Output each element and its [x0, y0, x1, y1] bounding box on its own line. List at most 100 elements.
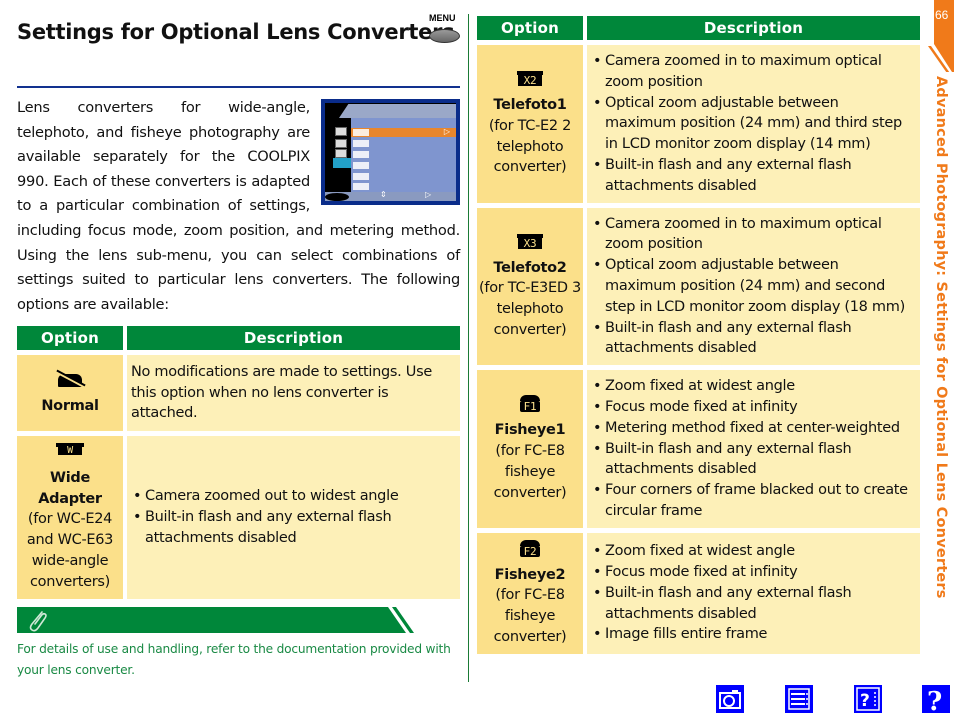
option-cell: W Wide Adapter (for WC-E24 and WC-E63 wi…: [17, 436, 123, 599]
description-cell: Zoom fixed at widest angle Focus mode fi…: [587, 370, 920, 528]
lcd-menu-pill-icon: [325, 193, 349, 201]
lcd-side-s-icon: [335, 139, 347, 148]
option-cell: F1 Fisheye1 (for FC-E8 fisheye converter…: [477, 370, 583, 528]
option-cell: X2 Telefoto1 (for TC-E2 2 telephoto conv…: [477, 45, 583, 203]
lcd-updown-icon: ⇕: [380, 190, 387, 199]
lcd-bottom-bar: ⇕ ▷: [325, 190, 456, 201]
lcd-title-bar: [339, 104, 456, 118]
option-cell: X3 Telefoto2 (for TC-E3ED 3 telephoto co…: [477, 207, 583, 366]
description-cell: Zoom fixed at widest angle Focus mode fi…: [587, 532, 920, 654]
table-row-telefoto2: X3 Telefoto2 (for TC-E3ED 3 telephoto co…: [477, 207, 920, 366]
bullet-item: Optical zoom adjustable between maximum …: [591, 93, 912, 155]
nav-contents-button[interactable]: [785, 685, 813, 713]
bullet-item: Camera zoomed in to maximum optical zoom…: [591, 214, 912, 256]
nav-index-button[interactable]: ?: [854, 685, 882, 713]
bullet-item: Zoom fixed at widest angle: [591, 541, 912, 562]
bullet-item: Focus mode fixed at infinity: [591, 562, 912, 583]
bullet-list: Camera zoomed out to widest angle Built-…: [131, 486, 452, 548]
bullet-item: Built-in flash and any external flash at…: [591, 318, 912, 360]
table-row-fisheye2: F2 Fisheye2 (for FC-E8 fisheye converter…: [477, 532, 920, 654]
option-name: Normal: [41, 397, 99, 414]
help-icon: ?: [927, 687, 942, 713]
camera-icon: [719, 690, 741, 709]
paperclip-icon: [29, 611, 47, 632]
bullet-item: Focus mode fixed at infinity: [591, 397, 912, 418]
lcd-right-arrow-icon: ▷: [443, 127, 450, 136]
bullet-item: Image fills entire frame: [591, 624, 912, 645]
bullet-item: Four corners of frame blacked out to cre…: [591, 480, 912, 522]
menu-button-icon: [429, 29, 460, 43]
option-subtitle: (for FC-E8 fisheye converter): [493, 587, 567, 645]
column-divider: [468, 14, 469, 682]
bullet-item: Camera zoomed out to widest angle: [131, 486, 452, 507]
section-tab: Advanced Photography: Settings for Optio…: [931, 76, 951, 606]
header-option: Option: [477, 16, 583, 40]
bullet-list: Camera zoomed in to maximum optical zoom…: [591, 214, 912, 360]
options-table-left: Option Description Normal No modificatio…: [13, 321, 464, 604]
fisheye-f1-icon: F1: [515, 394, 545, 413]
option-subtitle: (for WC-E24 and WC-E63 wide-angle conver…: [26, 511, 114, 590]
wide-lens-icon: W: [55, 442, 85, 460]
menu-button-label: MENU: [429, 13, 456, 23]
note-text: For details of use and handling, refer t…: [17, 642, 451, 677]
normal-lens-icon: [55, 369, 86, 389]
table-row-normal: Normal No modifications are made to sett…: [17, 355, 460, 431]
bullet-item: Metering method fixed at center-weighted: [591, 418, 912, 439]
lcd-f2-icon: [353, 183, 369, 190]
bullet-item: Zoom fixed at widest angle: [591, 376, 912, 397]
bullet-item: Built-in flash and any external flash at…: [591, 155, 912, 197]
option-subtitle: (for TC-E2 2 telephoto converter): [488, 117, 572, 176]
option-name: Wide Adapter: [38, 469, 102, 507]
bullet-item: Built-in flash and any external flash at…: [131, 507, 452, 549]
svg-text:?: ?: [927, 687, 942, 713]
page-number: 66: [935, 8, 949, 22]
bullet-list: Zoom fixed at widest angle Focus mode fi…: [591, 541, 912, 645]
lcd-lens-menu-image: ▷ ⇕ ▷: [321, 99, 460, 205]
note-banner-tip: [376, 607, 414, 633]
lcd-x3-icon: [353, 162, 369, 169]
bullet-item: Built-in flash and any external flash at…: [591, 439, 912, 481]
fisheye-f2-icon: F2: [515, 539, 545, 557]
tele-x3-icon: X3: [515, 232, 545, 250]
header-description: Description: [127, 326, 460, 350]
nav-help-button[interactable]: ?: [922, 685, 950, 713]
table-row-wide: W Wide Adapter (for WC-E24 and WC-E63 wi…: [17, 436, 460, 599]
lcd-wide-icon: [353, 140, 369, 147]
lcd-side-bss-icon: [335, 149, 347, 158]
contents-icon: [788, 688, 810, 710]
option-cell: F2 Fisheye2 (for FC-E8 fisheye converter…: [477, 532, 583, 654]
option-name: Telefoto1: [493, 97, 567, 114]
bullet-item: Built-in flash and any external flash at…: [591, 583, 912, 625]
note-banner: [17, 607, 377, 633]
bullet-item: Camera zoomed in to maximum optical zoom…: [591, 51, 912, 93]
bullet-list: Camera zoomed in to maximum optical zoom…: [591, 51, 912, 197]
lcd-screen: ▷ ⇕ ▷: [325, 103, 456, 201]
options-table-right: Option Description X2 Telefoto1 (for TC-…: [473, 11, 924, 659]
table-row-fisheye1: F1 Fisheye1 (for FC-E8 fisheye converter…: [477, 370, 920, 528]
option-name: Fisheye2: [494, 566, 566, 583]
lcd-f1-icon: [353, 173, 369, 180]
lcd-right-icon: ▷: [425, 190, 432, 199]
description-cell: Camera zoomed in to maximum optical zoom…: [587, 207, 920, 366]
option-subtitle: (for FC-E8 fisheye converter): [493, 443, 567, 501]
option-subtitle: (for TC-E3ED 3 telephoto converter): [479, 280, 581, 339]
table-header-row: Option Description: [17, 326, 460, 350]
section-tab-label: Advanced Photography: Settings for Optio…: [933, 76, 949, 599]
nav-camera-button[interactable]: [716, 685, 744, 713]
title-underline: [17, 86, 460, 88]
description-cell: Camera zoomed in to maximum optical zoom…: [587, 45, 920, 203]
description-cell: No modifications are made to settings. U…: [127, 355, 460, 431]
option-name: Fisheye1: [494, 422, 566, 439]
header-description: Description: [587, 16, 920, 40]
menu-button: MENU: [427, 13, 461, 47]
page-title: Settings for Optional Lens Converters: [17, 20, 455, 44]
bullet-list: Zoom fixed at widest angle Focus mode fi…: [591, 376, 912, 522]
description-cell: Camera zoomed out to widest angle Built-…: [127, 436, 460, 599]
option-cell: Normal: [17, 355, 123, 431]
table-header-row: Option Description: [477, 16, 920, 40]
svg-text:?: ?: [860, 691, 870, 711]
lcd-normal-icon: [353, 129, 369, 136]
index-help-icon: ?: [856, 687, 880, 711]
lcd-x2-icon: [353, 151, 369, 158]
lcd-side-lens-icon: [333, 158, 351, 168]
